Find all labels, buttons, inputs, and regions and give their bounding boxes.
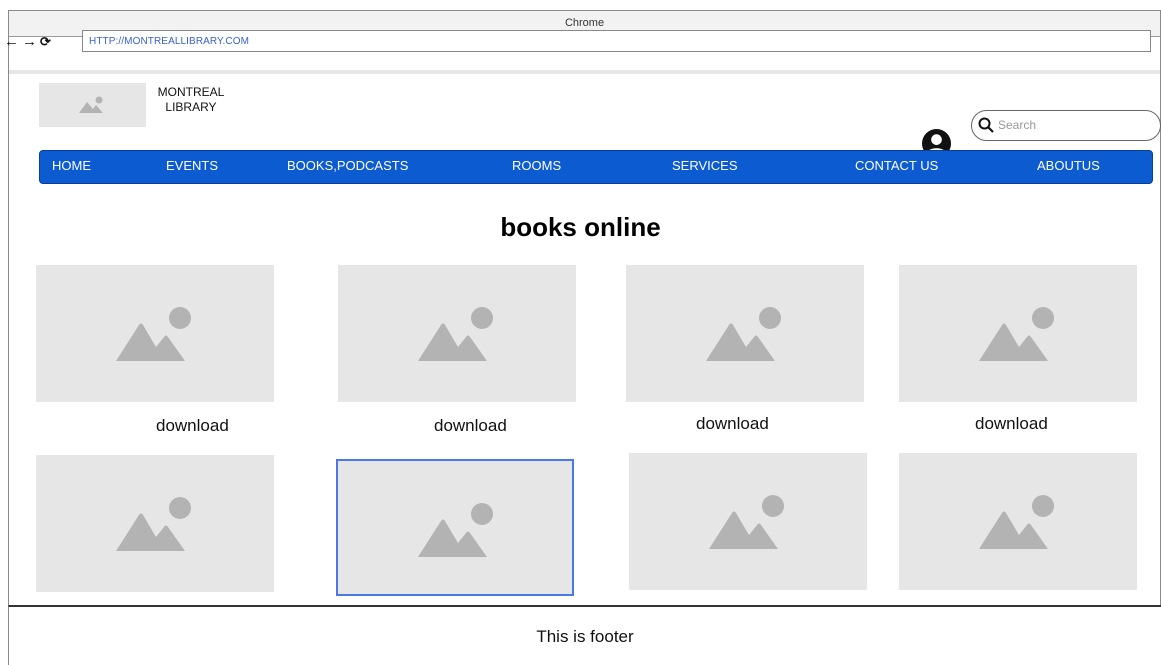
book-thumbnail[interactable] bbox=[36, 265, 274, 402]
image-placeholder-icon bbox=[418, 503, 493, 557]
search-box[interactable]: Search bbox=[971, 110, 1161, 141]
image-placeholder-icon bbox=[116, 497, 191, 551]
image-placeholder-icon bbox=[79, 96, 103, 113]
book-thumbnail[interactable] bbox=[629, 453, 867, 590]
nav-item-rooms[interactable]: ROOMS bbox=[512, 158, 561, 173]
nav-item-home[interactable]: HOME bbox=[52, 158, 91, 173]
forward-arrow-icon[interactable]: → bbox=[22, 34, 37, 49]
image-placeholder-icon bbox=[709, 495, 784, 549]
browser-title: Chrome bbox=[564, 17, 605, 29]
book-thumbnail[interactable] bbox=[899, 265, 1137, 402]
download-link[interactable]: download bbox=[434, 416, 507, 436]
download-link[interactable]: download bbox=[696, 414, 769, 434]
book-thumbnail[interactable] bbox=[626, 265, 864, 402]
book-thumbnail[interactable] bbox=[338, 265, 576, 402]
url-text: HTTP://MONTREALLIBRARY.COM bbox=[89, 36, 250, 47]
download-link[interactable]: download bbox=[975, 414, 1048, 434]
image-placeholder-icon bbox=[706, 307, 781, 361]
url-bar[interactable]: HTTP://MONTREALLIBRARY.COM bbox=[82, 30, 1151, 52]
page-title: books online bbox=[500, 212, 661, 242]
logo-text: MONTREAL LIBRARY bbox=[146, 85, 236, 115]
page-footer: This is footer bbox=[8, 605, 1161, 665]
back-arrow-icon[interactable]: ← bbox=[4, 34, 19, 49]
download-link[interactable]: download bbox=[156, 416, 229, 436]
nav-item-contact-us[interactable]: CONTACT US bbox=[855, 158, 938, 173]
nav-item-events[interactable]: EVENTS bbox=[166, 158, 218, 173]
image-placeholder-icon bbox=[418, 307, 493, 361]
logo-line-1: MONTREAL bbox=[157, 85, 225, 99]
browser-nav-controls: ← → ⟳ bbox=[4, 30, 51, 52]
image-placeholder-icon bbox=[979, 495, 1054, 549]
search-placeholder: Search bbox=[998, 118, 1037, 132]
logo-image[interactable] bbox=[39, 83, 146, 127]
main-nav-bar: HOME EVENTS BOOKS,PODCASTS ROOMS SERVICE… bbox=[39, 150, 1153, 184]
book-thumbnail[interactable] bbox=[36, 455, 274, 592]
logo-line-2: LIBRARY bbox=[165, 100, 217, 114]
image-placeholder-icon bbox=[979, 307, 1054, 361]
toolbar-divider bbox=[9, 70, 1160, 74]
reload-icon[interactable]: ⟳ bbox=[40, 34, 51, 49]
image-placeholder-icon bbox=[116, 307, 191, 361]
book-thumbnail[interactable] bbox=[899, 453, 1137, 590]
footer-text: This is footer bbox=[536, 627, 634, 646]
book-thumbnail-selected[interactable] bbox=[336, 459, 574, 596]
nav-item-services[interactable]: SERVICES bbox=[672, 158, 738, 173]
nav-item-about-us[interactable]: ABOUTUS bbox=[1037, 158, 1100, 173]
search-icon bbox=[978, 117, 994, 133]
nav-item-books-podcasts[interactable]: BOOKS,PODCASTS bbox=[287, 158, 408, 173]
